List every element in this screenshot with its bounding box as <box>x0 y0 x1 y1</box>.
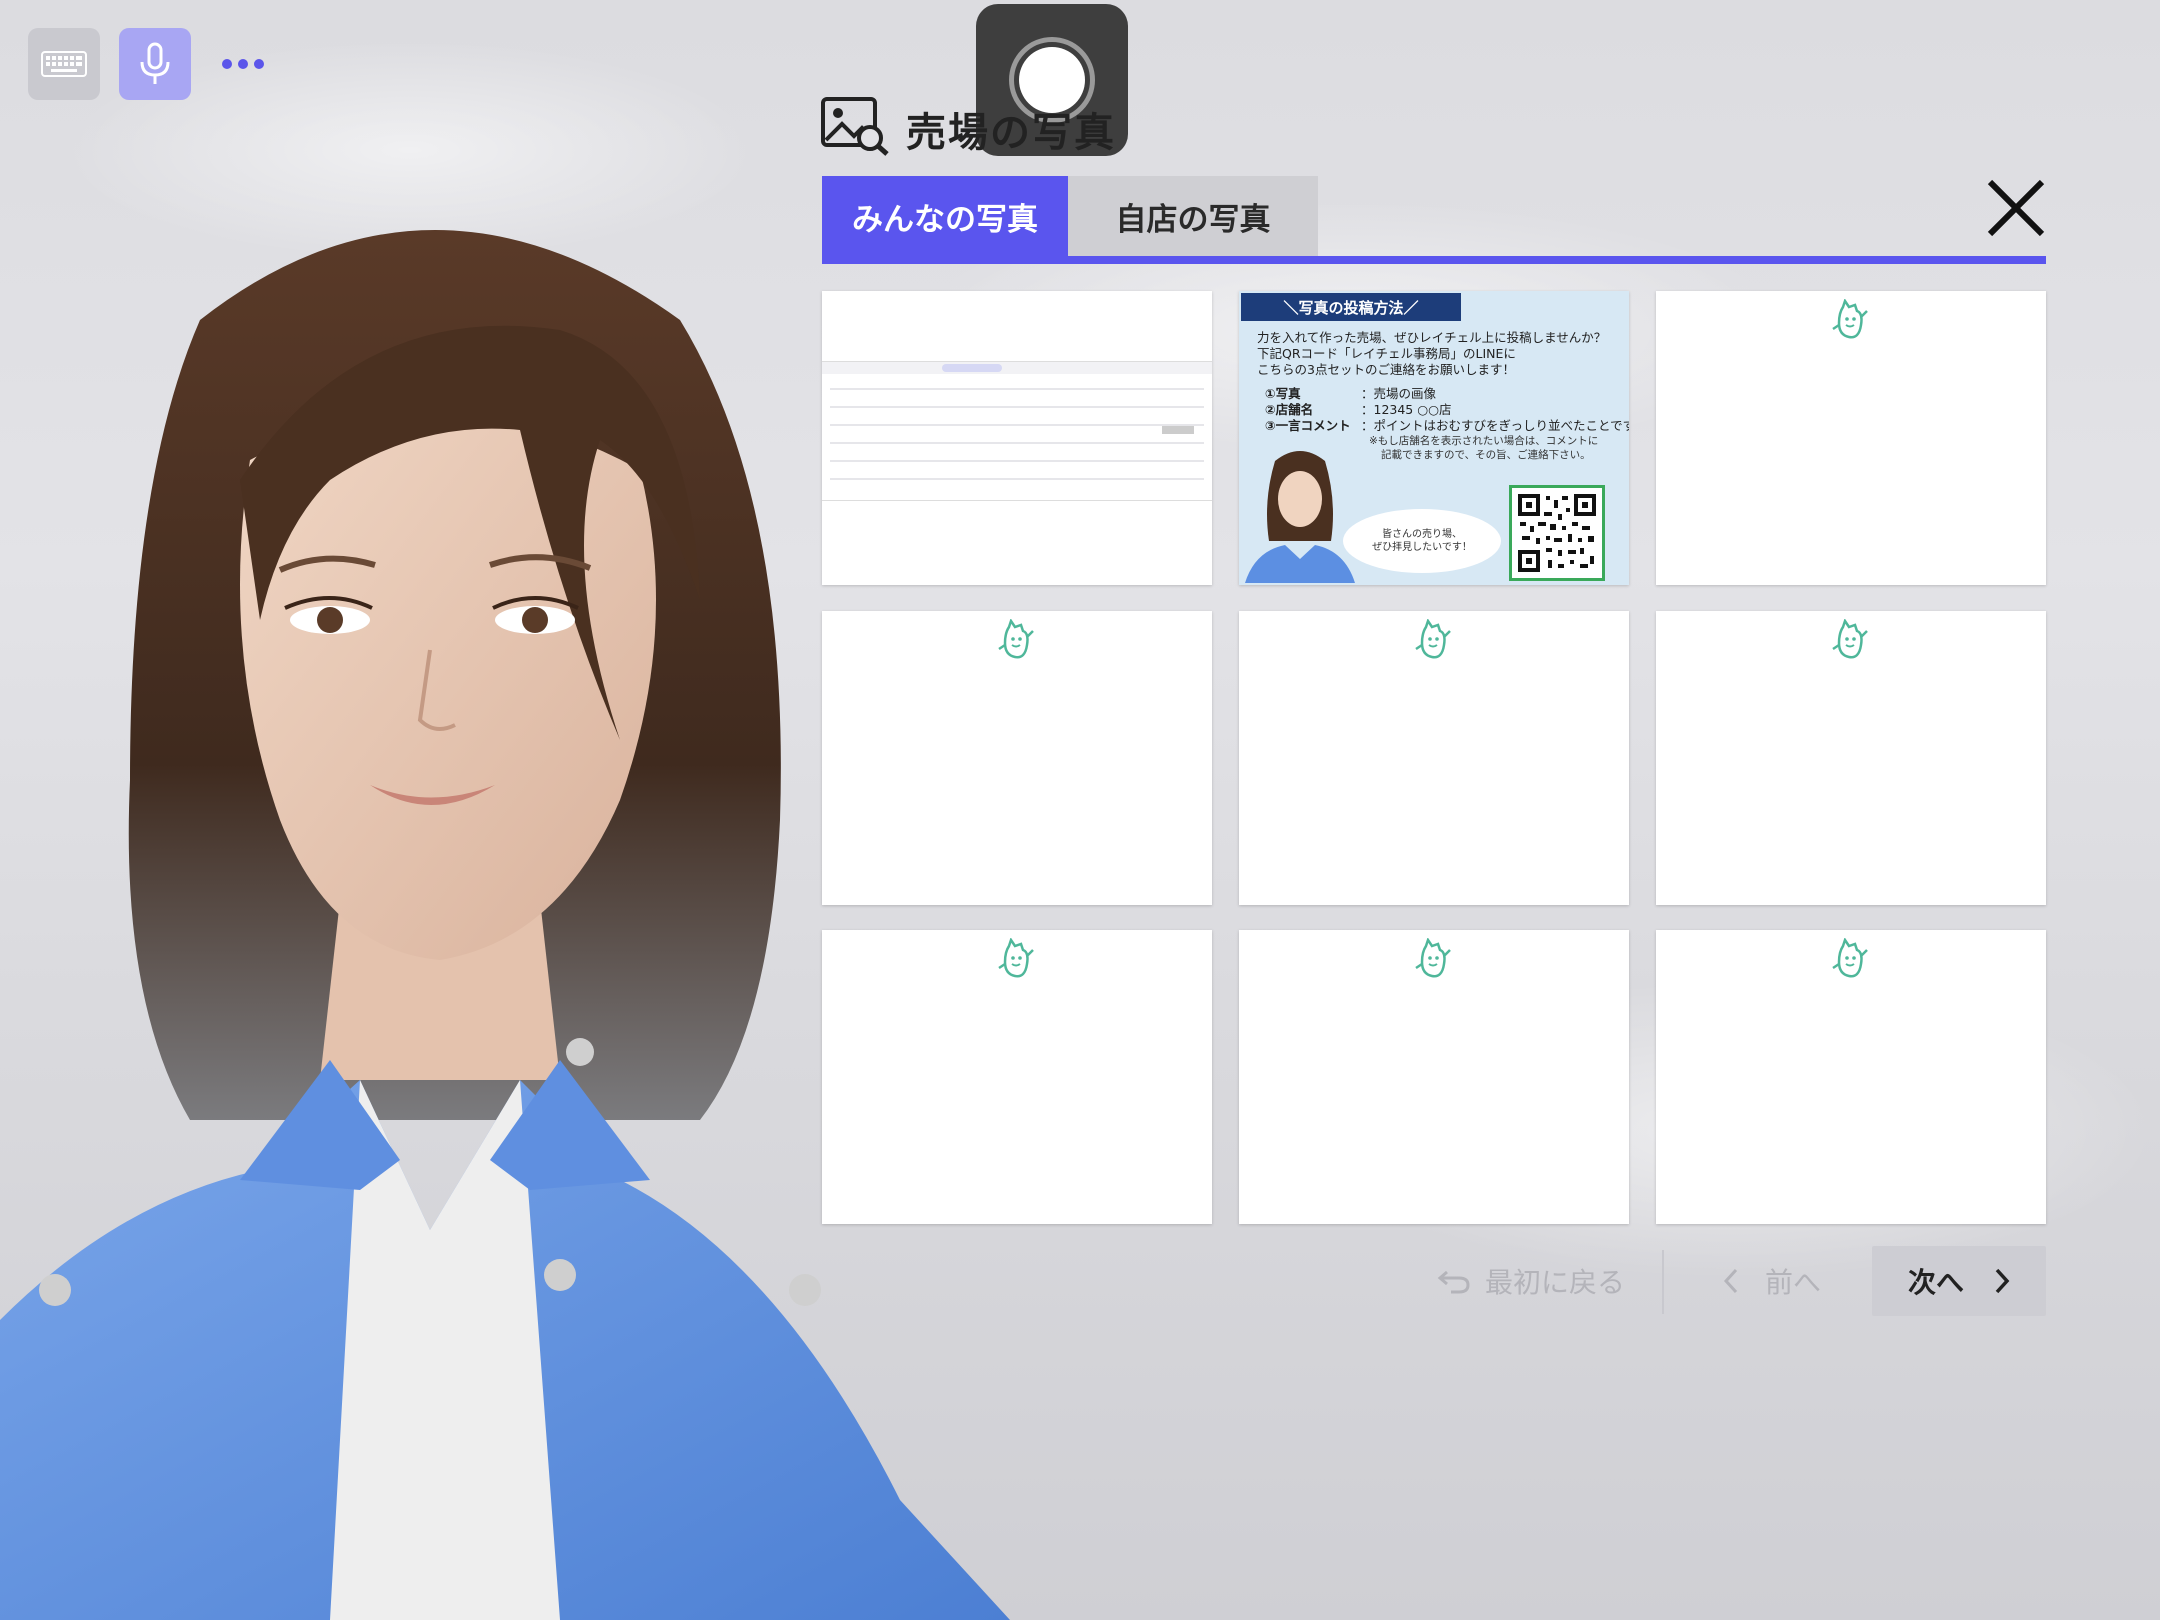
tab-everyone-photos[interactable]: みんなの写真 <box>822 176 1068 256</box>
pager-divider <box>1662 1250 1664 1314</box>
first-page-label: 最初に戻る <box>1484 1266 1625 1299</box>
qr-code <box>1509 485 1605 581</box>
photo-card[interactable] <box>822 611 1212 905</box>
chevron-left-icon <box>1723 1268 1738 1294</box>
microphone-icon <box>140 42 170 84</box>
first-page-button[interactable]: 最初に戻る <box>1400 1246 1662 1316</box>
next-page-label: 次へ <box>1907 1266 1964 1299</box>
photo-tabs: みんなの写真 自店の写真 <box>822 176 2046 266</box>
photo-thumbnail <box>822 361 1212 501</box>
tab-own-store-photos[interactable]: 自店の写真 <box>1068 176 1318 256</box>
microphone-button[interactable] <box>119 28 191 100</box>
poster-character <box>1245 451 1355 583</box>
bubble-line: ぜひ拝見したいです！ <box>1372 542 1472 553</box>
mascot-placeholder-icon <box>1832 938 1868 978</box>
panel-title: 売場の写真 <box>906 110 1116 156</box>
chevron-right-icon <box>1995 1268 2010 1294</box>
mascot-placeholder-icon <box>1832 299 1868 339</box>
tab-underline <box>822 256 2046 264</box>
photo-card[interactable] <box>1656 930 2046 1224</box>
prev-page-label: 前へ <box>1764 1266 1821 1299</box>
mascot-placeholder-icon <box>998 938 1034 978</box>
photo-card[interactable] <box>822 291 1212 585</box>
poster-item-key: ③一言コメント <box>1265 418 1351 433</box>
mascot-placeholder-icon <box>1832 619 1868 659</box>
mascot-placeholder-icon <box>998 619 1034 659</box>
poster-line: こちらの3点セットのご連絡をお願いします！ <box>1257 362 1515 377</box>
bubble-line: 皆さんの売り場、 <box>1382 529 1462 540</box>
prev-page-button[interactable]: 前へ <box>1682 1246 1862 1316</box>
more-button[interactable] <box>208 28 278 100</box>
close-icon[interactable] <box>1984 176 2048 240</box>
photo-card[interactable] <box>822 930 1212 1224</box>
next-page-button[interactable]: 次へ <box>1872 1246 2046 1316</box>
poster-item-value: ：ポイントはおむすびをぎっしり並べたことです。 <box>1361 418 1629 433</box>
poster-note: 記載できますので、その旨、ご連絡下さい。 <box>1381 449 1591 461</box>
poster-note: ※もし店舗名を表示されたい場合は、コメントに <box>1369 435 1599 447</box>
photo-search-icon <box>821 97 889 156</box>
keyboard-icon <box>41 51 87 77</box>
photo-card[interactable] <box>1656 611 2046 905</box>
return-arrow-icon <box>1437 1270 1470 1294</box>
poster-heading: ＼写真の投稿方法／ <box>1241 293 1461 321</box>
mascot-placeholder-icon <box>1415 938 1451 978</box>
photo-card[interactable] <box>1656 291 2046 585</box>
photo-card[interactable] <box>1239 930 1629 1224</box>
keyboard-button[interactable] <box>28 28 100 100</box>
photo-card[interactable] <box>1239 611 1629 905</box>
poster-speech-bubble: 皆さんの売り場、 ぜひ拝見したいです！ <box>1343 509 1501 573</box>
photo-card[interactable]: ＼写真の投稿方法／ 力を入れて作った売場、ぜひレイチェル上に投稿しませんか？ 下… <box>1239 291 1629 585</box>
more-dots-icon <box>222 59 264 69</box>
mascot-placeholder-icon <box>1415 619 1451 659</box>
